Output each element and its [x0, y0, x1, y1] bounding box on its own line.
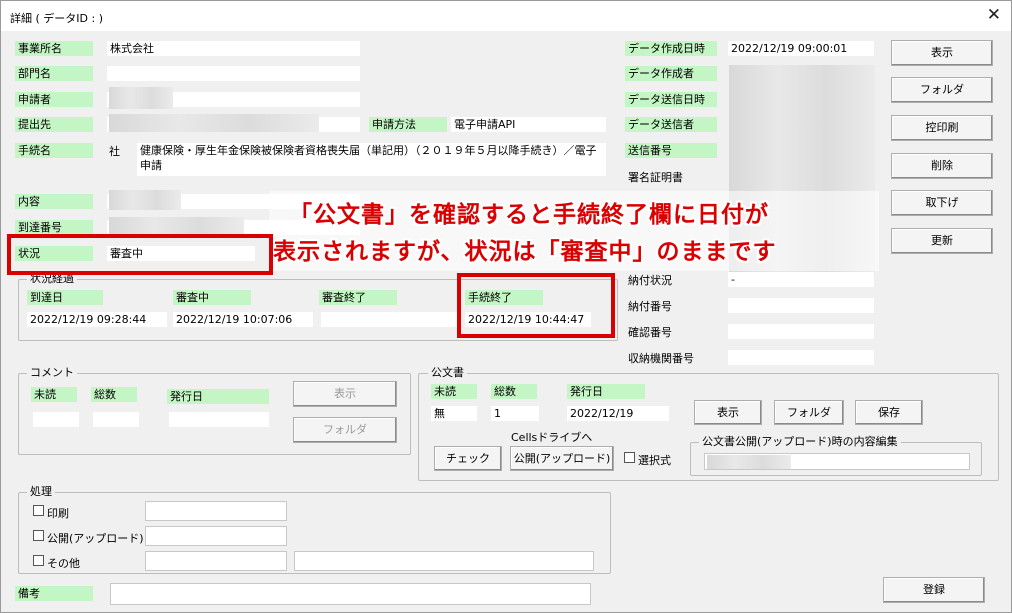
shinsachu-value: 2022/12/19 10:07:06 [173, 312, 313, 327]
shinsa-shuryo-value [321, 312, 457, 327]
shuunou-label: 収納機関番号 [628, 352, 694, 365]
tetsuzuki-value: 健康保険・厚生年金保険被保険者資格喪失届（単記用）（２０１９年５月以降手続き）／… [137, 143, 606, 176]
shinsa-shuryo-label: 審査終了 [319, 290, 397, 305]
print-input[interactable] [145, 501, 287, 521]
jigyousho-label: 事業所名 [15, 41, 93, 56]
shinseisha-label: 申請者 [15, 92, 93, 107]
kobunsho-save-button[interactable]: 保存 [855, 400, 923, 425]
close-icon[interactable]: ✕ [987, 5, 1001, 25]
redacted-naiyou [109, 190, 181, 210]
nofu-bangou-label: 納付番号 [628, 300, 672, 313]
toutatsu-value: 2022/12/19 09:28:44 [27, 312, 167, 327]
toutatsu-bangou-label: 到達番号 [15, 220, 93, 235]
nofu-bangou-value [728, 298, 874, 313]
refresh-button[interactable]: 更新 [891, 228, 993, 254]
show-button[interactable]: 表示 [891, 40, 993, 66]
title-bar: 詳細 ( データID : ) ✕ [1, 1, 1011, 31]
withdraw-button[interactable]: 取下げ [891, 190, 993, 216]
comment-sousuu-label: 総数 [91, 387, 137, 402]
other-input-2[interactable] [294, 551, 594, 571]
window-title: 詳細 ( データID : ) [10, 12, 103, 25]
comment-sousuu-value [93, 412, 139, 427]
check-button[interactable]: チェック [434, 446, 502, 471]
kobunsho-folder-button[interactable]: フォルダ [774, 400, 844, 425]
shinsei-houhou-value: 電子申請API [451, 117, 606, 132]
select-checkbox[interactable] [624, 452, 635, 463]
nofu-joukyou-value: - [728, 272, 874, 287]
annotation-line-1: 「公文書」を確認すると手続終了欄に日付が [289, 202, 769, 228]
print-checkbox[interactable] [33, 505, 44, 516]
comment-hakkoubi-label: 発行日 [167, 389, 269, 404]
kobunsho-sousuu-label: 総数 [491, 384, 537, 399]
kobunsho-hakkoubi-label: 発行日 [567, 384, 645, 399]
signature-label: 署名証明書 [628, 171, 683, 184]
jigyousho-value: 株式会社 [107, 41, 360, 56]
kobunsho-show-button[interactable]: 表示 [694, 400, 762, 425]
shori-group-title: 処理 [27, 486, 55, 498]
shinsei-houhou-label: 申請方法 [369, 117, 447, 132]
data-created-value: 2022/12/19 09:00:01 [728, 41, 874, 56]
redacted-teishutsusaki [109, 114, 319, 132]
bikou-input[interactable] [110, 583, 591, 605]
select-checkbox-label: 選択式 [638, 454, 671, 467]
kakunin-bangou-label: 確認番号 [628, 326, 672, 339]
publish-upload-button[interactable]: 公開(アップロード) [510, 446, 614, 471]
comment-midoku-label: 未読 [31, 387, 77, 402]
delete-button[interactable]: 削除 [891, 153, 993, 179]
cells-drive-label: Cellsドライブへ [511, 431, 593, 444]
annotation-line-2: 表示されますが、状況は「審査中」のままです [273, 239, 777, 265]
comment-midoku-value [33, 412, 79, 427]
shuunou-value [728, 350, 874, 365]
kobunsho-group-title: 公文書 [428, 367, 467, 379]
toutatsu-label: 到達日 [27, 290, 103, 305]
other-input-1[interactable] [145, 551, 287, 571]
tetsuzuki-label: 手続名 [15, 143, 93, 158]
teishutsusaki-label: 提出先 [15, 117, 93, 132]
comment-show-button[interactable]: 表示 [293, 381, 397, 407]
bumon-label: 部門名 [15, 66, 93, 81]
redacted-kobunsho-edit [707, 455, 791, 469]
data-creator-label: データ作成者 [625, 66, 717, 81]
bumon-value [107, 66, 360, 81]
highlight-joukyou [7, 234, 273, 275]
detail-window: 詳細 ( データID : ) ✕ 事業所名 株式会社 部門名 申請者 提出先 申… [0, 0, 1012, 613]
publish-checkbox-label: 公開(アップロード) [47, 532, 144, 545]
comment-hakkoubi-value [169, 412, 269, 427]
redacted-toutatsu-bangou [109, 217, 244, 235]
kakunin-bangou-value [728, 324, 874, 339]
nofu-joukyou-label: 納付状況 [628, 274, 672, 287]
shinsachu-label: 審査中 [173, 290, 251, 305]
print-checkbox-label: 印刷 [47, 507, 69, 520]
naiyou-label: 内容 [15, 194, 93, 209]
comment-folder-button[interactable]: フォルダ [293, 417, 397, 443]
other-checkbox-label: その他 [47, 557, 80, 570]
tetsuzuki-prefix: 社 [109, 145, 120, 158]
print-copy-button[interactable]: 控印刷 [891, 115, 993, 141]
data-sender-label: データ送信者 [625, 117, 717, 132]
bikou-label: 備考 [15, 586, 93, 601]
other-checkbox[interactable] [33, 555, 44, 566]
kobunsho-midoku-label: 未読 [431, 384, 477, 399]
publish-checkbox[interactable] [33, 530, 44, 541]
folder-button[interactable]: フォルダ [891, 77, 993, 103]
kobunsho-sousuu-value: 1 [491, 406, 539, 421]
register-button[interactable]: 登録 [883, 577, 985, 603]
kobunsho-hakkoubi-value: 2022/12/19 [567, 406, 669, 421]
redacted-shinseisha [109, 87, 173, 109]
kobunsho-midoku-value: 無 [431, 406, 477, 421]
kobunsho-edit-group-title: 公文書公開(アップロード)時の内容編集 [699, 436, 901, 448]
send-number-label: 送信番号 [625, 143, 717, 158]
comment-group-title: コメント [27, 367, 77, 379]
publish-input[interactable] [145, 526, 287, 546]
data-created-label: データ作成日時 [625, 41, 717, 56]
highlight-tetsuzuki-shuryo [457, 273, 615, 338]
data-sent-label: データ送信日時 [625, 92, 717, 107]
